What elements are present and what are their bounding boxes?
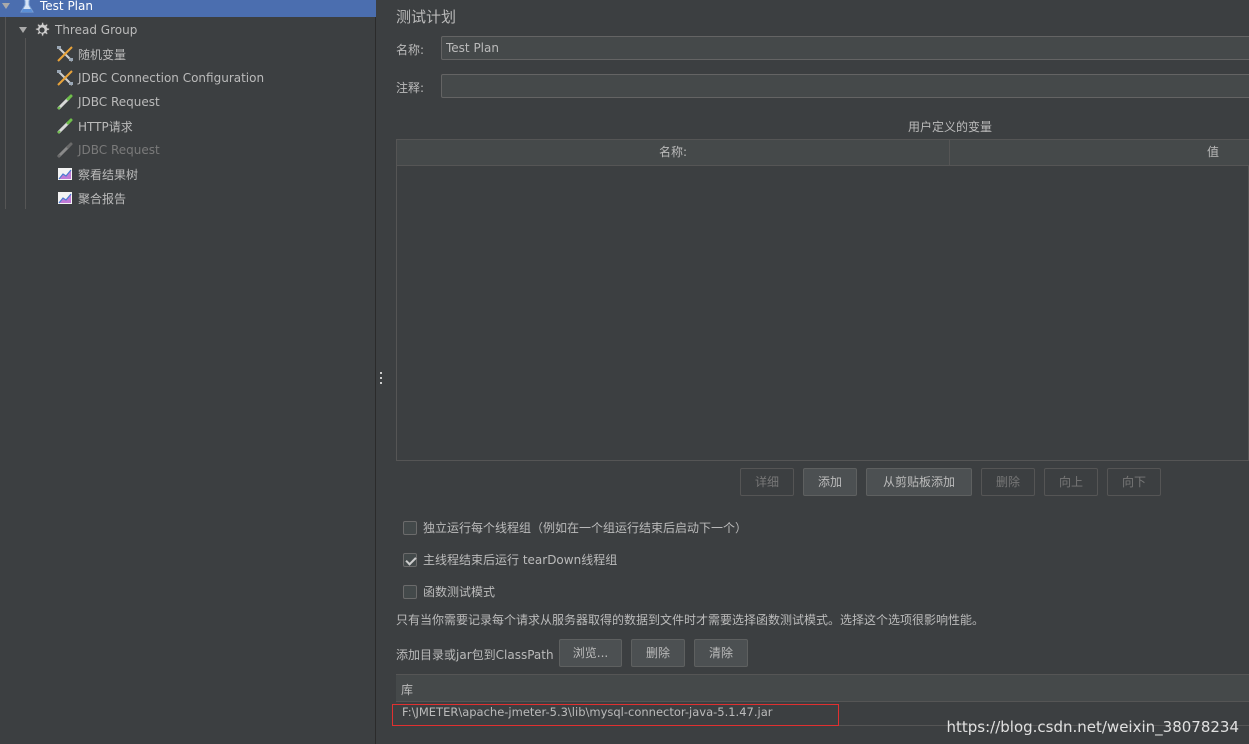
run-groups-consecutively-checkbox[interactable] — [403, 520, 417, 535]
functional-test-mode-option[interactable]: 函数测试模式 — [403, 583, 495, 600]
user-variables-table[interactable]: 名称: 值 — [396, 139, 1249, 461]
column-header-value[interactable]: 值 — [1207, 140, 1219, 165]
splitter-grip-icon — [380, 377, 382, 379]
tree-item-jdbc-connection-config[interactable]: JDBC Connection Configuration — [56, 67, 264, 89]
listener-graph-icon — [56, 165, 74, 183]
tree-item-jdbc-request[interactable]: JDBC Request — [56, 91, 160, 113]
tree-item-label: JDBC Connection Configuration — [78, 71, 265, 85]
tree-item-label: Thread Group — [55, 23, 138, 37]
watermark: https://blog.csdn.net/weixin_38078234 — [946, 718, 1239, 736]
checkbox-label: 函数测试模式 — [423, 585, 496, 599]
listener-graph-icon — [56, 189, 74, 207]
config-element-icon — [56, 45, 74, 63]
teardown-after-shutdown-option[interactable]: 主线程结束后运行 tearDown线程组 — [403, 551, 617, 568]
column-header-library[interactable]: 库 — [401, 681, 413, 698]
tree-item-label: JDBC Request — [78, 143, 160, 157]
teardown-after-shutdown-checkbox[interactable] — [403, 552, 417, 567]
sampler-pipette-icon — [56, 141, 74, 159]
splitter-grip-icon — [380, 382, 382, 384]
column-header-name[interactable]: 名称: — [397, 140, 950, 165]
tree-item-label: 聚合报告 — [78, 191, 127, 206]
expand-chevron-icon[interactable] — [2, 3, 10, 9]
classpath-label: 添加目录或jar包到ClassPath — [396, 648, 554, 662]
page-title: 测试计划 — [396, 8, 457, 26]
add-button[interactable]: 添加 — [803, 468, 857, 496]
tree-item-label: Test Plan — [40, 0, 93, 13]
user-variables-title: 用户定义的变量 — [907, 120, 992, 134]
tree-item-label: HTTP请求 — [78, 119, 133, 134]
delete-button[interactable]: 删除 — [981, 468, 1035, 496]
tree-item-jdbc-request-disabled[interactable]: JDBC Request — [56, 139, 160, 161]
test-plan-tree: Test Plan Thread Group 随机变量 JDBC Connect… — [0, 0, 376, 744]
tree-item-test-plan[interactable]: Test Plan — [0, 0, 376, 17]
tree-item-label: 随机变量 — [78, 47, 127, 62]
config-element-icon — [56, 69, 74, 87]
tree-item-thread-group[interactable]: Thread Group — [19, 19, 137, 41]
tree-item-aggregate-report[interactable]: 聚合报告 — [56, 187, 126, 209]
tree-item-http-request[interactable]: HTTP请求 — [56, 115, 133, 137]
panel-splitter[interactable] — [377, 0, 385, 744]
test-plan-icon — [18, 0, 36, 15]
comment-input[interactable] — [441, 74, 1249, 98]
comment-label: 注释: — [396, 81, 425, 95]
expand-chevron-icon[interactable] — [19, 27, 27, 33]
functional-test-mode-note: 只有当你需要记录每个请求从服务器取得的数据到文件时才需要选择函数测试模式。选择这… — [396, 613, 985, 627]
tree-guide-line — [25, 38, 26, 209]
name-input[interactable] — [441, 36, 1249, 60]
functional-test-mode-checkbox[interactable] — [403, 584, 417, 599]
tree-item-view-results-tree[interactable]: 察看结果树 — [56, 163, 138, 185]
tree-item-label: JDBC Request — [78, 95, 160, 109]
move-up-button[interactable]: 向上 — [1044, 468, 1098, 496]
add-from-clipboard-button[interactable]: 从剪贴板添加 — [866, 468, 972, 496]
gear-icon — [33, 21, 51, 39]
sampler-pipette-icon — [56, 93, 74, 111]
table-header: 名称: 值 — [397, 140, 1249, 166]
move-down-button[interactable]: 向下 — [1107, 468, 1161, 496]
tree-item-label: 察看结果树 — [78, 167, 139, 182]
table-header: 库 — [396, 675, 1249, 702]
tree-guide-line — [5, 14, 6, 209]
detail-button[interactable]: 详细 — [740, 468, 794, 496]
browse-button[interactable]: 浏览... — [559, 639, 622, 667]
checkbox-label: 独立运行每个线程组（例如在一个组运行结束后启动下一个） — [423, 521, 748, 535]
classpath-delete-button[interactable]: 删除 — [631, 639, 685, 667]
classpath-clear-button[interactable]: 清除 — [694, 639, 748, 667]
splitter-grip-icon — [380, 372, 382, 374]
tree-item-random-variable[interactable]: 随机变量 — [56, 43, 126, 65]
sampler-pipette-icon — [56, 117, 74, 135]
library-path: F:\JMETER\apache-jmeter-5.3\lib\mysql-co… — [402, 705, 773, 719]
test-plan-editor: 测试计划 名称: 注释: 用户定义的变量 名称: 值 详细 添加 从剪贴板添加 … — [385, 0, 1249, 744]
run-groups-consecutively-option[interactable]: 独立运行每个线程组（例如在一个组运行结束后启动下一个） — [403, 519, 747, 536]
name-label: 名称: — [396, 43, 425, 57]
checkbox-label: 主线程结束后运行 tearDown线程组 — [423, 553, 618, 567]
